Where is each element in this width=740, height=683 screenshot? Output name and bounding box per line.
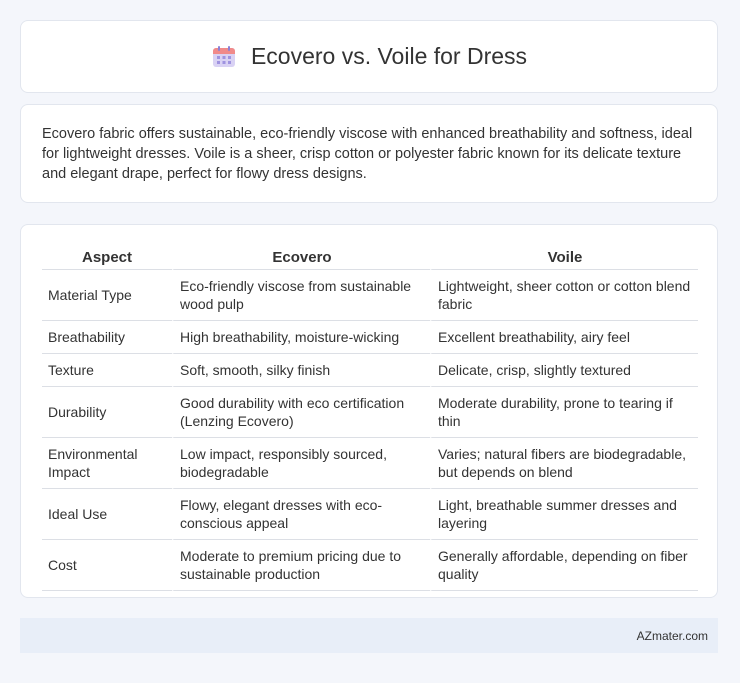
table-cell: Moderate durability, prone to tearing if…: [430, 387, 698, 438]
table-cell: Material Type: [42, 270, 172, 321]
page-title: Ecovero vs. Voile for Dress: [250, 43, 528, 69]
calendar-icon: [211, 45, 237, 69]
table-cell: Durability: [42, 387, 172, 438]
table-row: Texture Soft, smooth, silky finish Delicat…: [42, 354, 698, 387]
description-text: Ecovero fabric offers sustainable, eco-f…: [42, 126, 693, 182]
table-header-row: Aspect Ecovero Voile: [42, 243, 698, 270]
table-cell: Moderate to premium pricing due to susta…: [172, 540, 430, 591]
table-cell: Flowy, elegant dresses with eco-consciou…: [172, 489, 430, 540]
table-cell: Delicate, crisp, slightly textured: [430, 354, 698, 387]
table-row: Durability Good durability with eco certi…: [42, 387, 698, 438]
column-header: Ecovero: [172, 243, 430, 270]
column-header: Voile: [430, 243, 698, 270]
table-cell: Good durability with eco certification (…: [172, 387, 430, 438]
table-cell: Ideal Use: [42, 489, 172, 540]
table-cell: Varies; natural fibers are biodegradable…: [430, 438, 698, 489]
table-cell: Texture: [42, 354, 172, 387]
table-cell: Environmental Impact: [42, 438, 172, 489]
table-cell: Generally affordable, depending on fiber…: [430, 540, 698, 591]
comparison-table: Aspect Ecovero Voile Material Type Eco-fr…: [42, 243, 698, 591]
table-cell: Light, breathable summer dresses and lay…: [430, 489, 698, 540]
comparison-table-card: Aspect Ecovero Voile Material Type Eco-fr…: [20, 224, 718, 598]
table-row: Material Type Eco-friendly viscose from s…: [42, 270, 698, 321]
table-cell: High breathability, moisture-wicking: [172, 321, 430, 354]
table-row: Environmental Impact Low impact, responsi…: [42, 438, 698, 489]
table-row: Ideal Use Flowy, elegant dresses with eco…: [42, 489, 698, 540]
table-cell: Breathability: [42, 321, 172, 354]
table-row: Breathability High breathability, moistur…: [42, 321, 698, 354]
footer: AZmater.com: [20, 618, 718, 653]
description-card: Ecovero fabric offers sustainable, eco-f…: [20, 104, 718, 203]
footer-brand: AZmater.com: [636, 628, 708, 643]
table-cell: Cost: [42, 540, 172, 591]
table-cell: Soft, smooth, silky finish: [172, 354, 430, 387]
table-cell: Eco-friendly viscose from sustainable wo…: [172, 270, 430, 321]
table-cell: Low impact, responsibly sourced, biodegr…: [172, 438, 430, 489]
title-card: Ecovero vs. Voile for Dress: [20, 20, 718, 93]
column-header: Aspect: [42, 243, 172, 270]
table-cell: Excellent breathability, airy feel: [430, 321, 698, 354]
table-row: Cost Moderate to premium pricing due to s…: [42, 540, 698, 591]
table-cell: Lightweight, sheer cotton or cotton blen…: [430, 270, 698, 321]
